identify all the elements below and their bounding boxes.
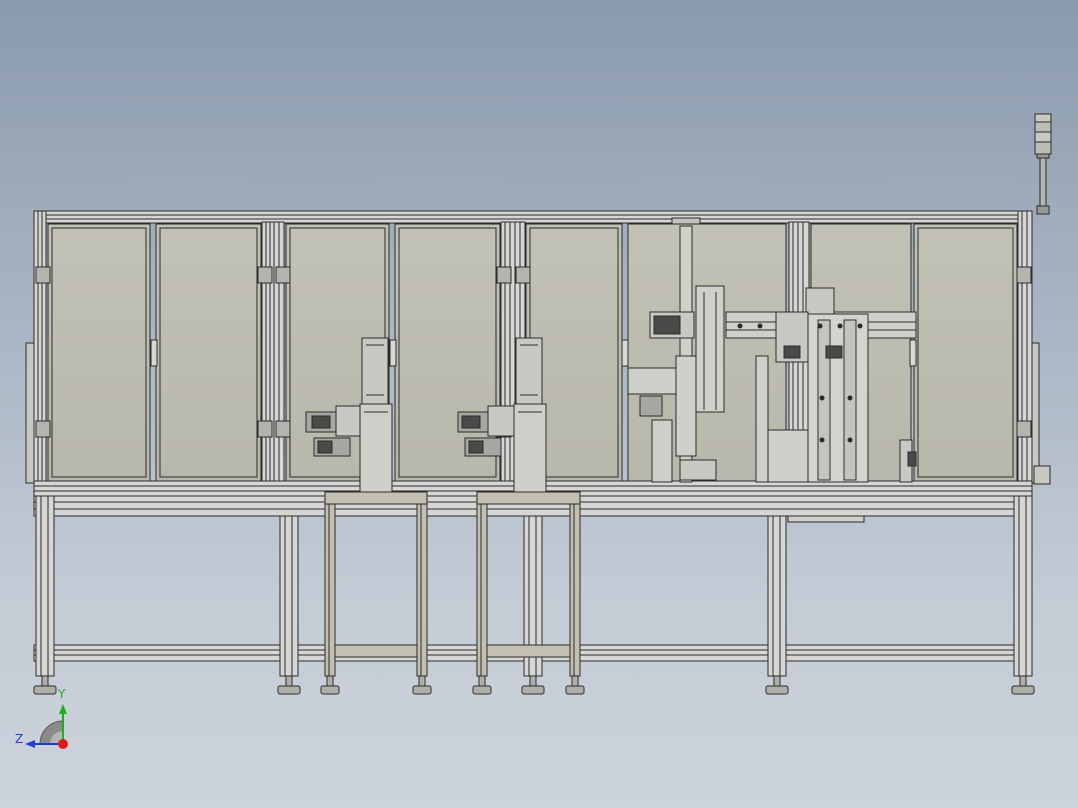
cad-viewport[interactable]: Y Z	[0, 0, 1078, 808]
coordinate-triad-icon	[25, 704, 68, 749]
z-axis-label: Z	[15, 732, 24, 746]
leveling-foot-icon	[33, 675, 1035, 695]
y-axis-label: Y	[58, 687, 66, 701]
panel-2	[155, 223, 262, 482]
panel-8	[913, 223, 1018, 482]
machine-model[interactable]	[0, 0, 1078, 808]
panel-1	[47, 223, 151, 482]
stack-light-icon	[1034, 113, 1052, 215]
